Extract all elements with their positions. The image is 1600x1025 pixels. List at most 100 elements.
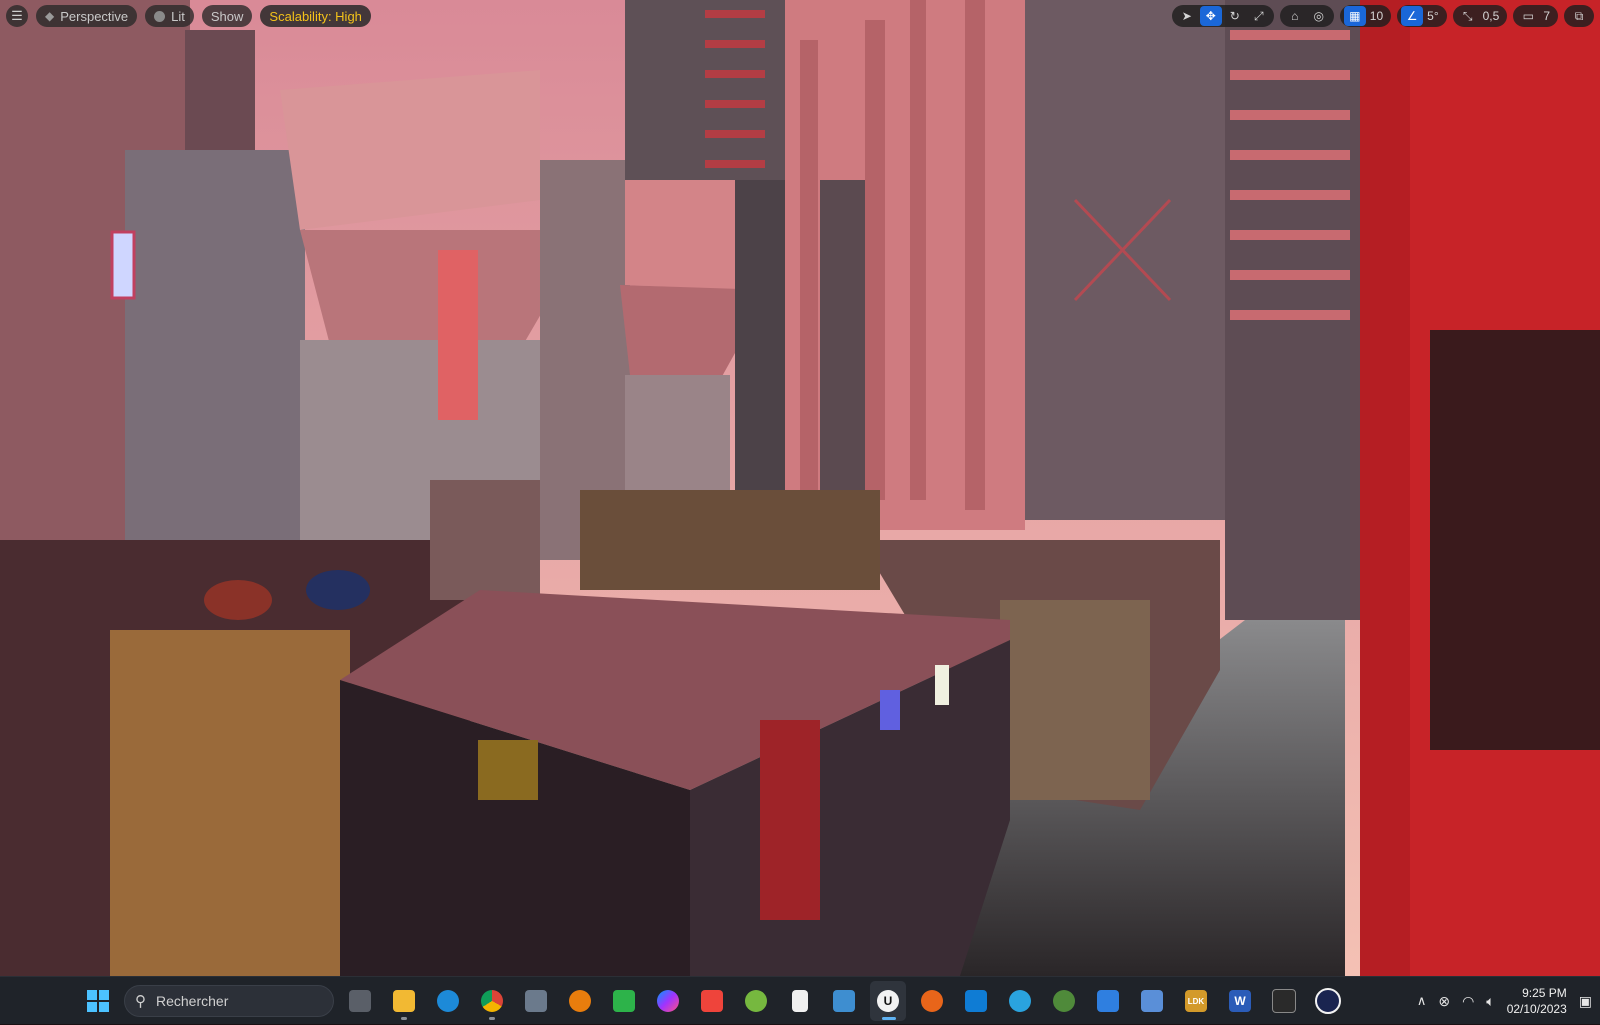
- robot-icon: [1141, 990, 1163, 1012]
- calculator-icon: [525, 990, 547, 1012]
- rotate-tool-button[interactable]: ↻: [1224, 6, 1246, 26]
- taskbar-app-anydesk[interactable]: [694, 981, 730, 1021]
- vscode-icon: [965, 990, 987, 1012]
- unreal-icon: U: [877, 990, 899, 1012]
- view-mode-label: Perspective: [60, 8, 129, 24]
- terminal-icon: [1272, 989, 1296, 1013]
- clock[interactable]: 9:25 PM 02/10/2023: [1507, 985, 1567, 1017]
- taskbar-app-unreal-engine[interactable]: U: [870, 981, 906, 1021]
- clock-date: 02/10/2023: [1506, 1002, 1567, 1016]
- volume-icon[interactable]: 🔈︎: [1486, 993, 1494, 1010]
- grid-snap-group: ▦ 10: [1339, 5, 1392, 27]
- taskbar-search[interactable]: ⚲ Rechercher: [124, 985, 334, 1017]
- blue-app-icon: [1097, 990, 1119, 1012]
- lighting-mode-label: Lit: [171, 8, 185, 24]
- taskbar: ⚲ Rechercher U LDK W ∧ ⊗ ◠ 🔈︎ 9:25 PM 02…: [0, 976, 1600, 1024]
- taskbar-app-terminal[interactable]: [1266, 981, 1302, 1021]
- taskbar-app-chrome[interactable]: [474, 981, 510, 1021]
- taskbar-app-utorrent[interactable]: [738, 981, 774, 1021]
- maximize-group: ⧉: [1564, 5, 1594, 27]
- taskbar-app-ldk[interactable]: LDK: [1178, 981, 1214, 1021]
- maximize-viewport-button[interactable]: ⧉: [1568, 6, 1590, 26]
- taskbar-app-telegram[interactable]: [1002, 981, 1038, 1021]
- translate-tool-button[interactable]: ✥: [1199, 6, 1222, 26]
- utorrent-icon: [745, 990, 767, 1012]
- globe-icon: ◎: [1313, 9, 1325, 23]
- edge-icon: [437, 990, 459, 1012]
- taskbar-app-edge[interactable]: [430, 981, 466, 1021]
- green-app-icon: [613, 990, 635, 1012]
- taskbar-app-robot[interactable]: [1134, 981, 1170, 1021]
- rooftop-cluster: [580, 490, 880, 590]
- grid-icon: ▦: [1349, 9, 1361, 23]
- show-button[interactable]: Show: [201, 5, 253, 27]
- taskbar-app-file[interactable]: [782, 981, 818, 1021]
- start-button[interactable]: [80, 981, 116, 1021]
- hvac-block-2: [625, 170, 745, 290]
- hamburger-icon: ☰: [11, 8, 23, 23]
- viewport-toolbar-right: ➤ ✥ ↻ ⤢ ⌂ ◎ ▦ 10 ∠ 5° ⤡ 0,5 ▭ 7 ⧉: [1171, 5, 1594, 27]
- viewport-scene: [0, 0, 1600, 976]
- clock-time: 9:25 PM: [1522, 986, 1567, 1000]
- word-icon: W: [1229, 990, 1251, 1012]
- world-local-button[interactable]: ◎: [1308, 6, 1330, 26]
- camera-speed-button[interactable]: ▭: [1517, 6, 1539, 26]
- taskbar-icons: ⚲ Rechercher U LDK W: [80, 977, 1346, 1025]
- taskbar-app-file-explorer[interactable]: [386, 981, 422, 1021]
- task-view-button[interactable]: [342, 981, 378, 1021]
- taskbar-app-vscode[interactable]: [958, 981, 994, 1021]
- building-left: [125, 150, 305, 560]
- rotation-snap-toggle[interactable]: ∠: [1401, 6, 1424, 26]
- telegram-icon: [1009, 990, 1031, 1012]
- task-view-icon: [349, 990, 371, 1012]
- taskbar-app-blender[interactable]: [562, 981, 598, 1021]
- camera-icon: ▭: [1522, 9, 1534, 23]
- surface-snap-button[interactable]: ⌂: [1284, 6, 1306, 26]
- xbox-icon[interactable]: ⊗: [1438, 993, 1450, 1010]
- taskbar-app-tree[interactable]: [1046, 981, 1082, 1021]
- level-viewport[interactable]: ☰ ◆ Perspective Lit Show Scalability: Hi…: [0, 0, 1600, 976]
- angle-icon: ∠: [1406, 9, 1418, 23]
- notification-icon[interactable]: ▣: [1579, 993, 1592, 1010]
- grid-snap-toggle[interactable]: ▦: [1343, 6, 1366, 26]
- tree-icon: [1053, 990, 1075, 1012]
- scale-icon: ⤢: [1253, 8, 1264, 23]
- scale-tool-button[interactable]: ⤢: [1248, 6, 1270, 26]
- cursor-icon: ➤: [1181, 9, 1192, 23]
- maximize-icon: ⧉: [1574, 8, 1584, 23]
- taskbar-app-orange[interactable]: [914, 981, 950, 1021]
- messenger-icon: [657, 990, 679, 1012]
- water-tank-red: [204, 580, 272, 620]
- rotation-snap-value[interactable]: 5°: [1425, 9, 1442, 23]
- camera-speed-value[interactable]: 7: [1541, 9, 1554, 23]
- chevron-up-icon[interactable]: ∧: [1417, 993, 1427, 1009]
- taskbar-app-word[interactable]: W: [1222, 981, 1258, 1021]
- tower-balconies: [625, 0, 785, 180]
- lighting-mode-button[interactable]: Lit: [145, 5, 194, 27]
- taskbar-app-green[interactable]: [606, 981, 642, 1021]
- search-placeholder: Rechercher: [156, 993, 229, 1009]
- coord-tools: ⌂ ◎: [1279, 5, 1334, 27]
- blender-icon: [569, 990, 591, 1012]
- transform-tools: ➤ ✥ ↻ ⤢: [1171, 5, 1274, 27]
- cube-icon: ◆: [45, 9, 55, 23]
- move-icon: ✥: [1205, 9, 1216, 23]
- view-mode-button[interactable]: ◆ Perspective: [36, 5, 138, 27]
- scale-snap-toggle[interactable]: ⤡: [1457, 6, 1479, 26]
- surface-snap-icon: ⌂: [1291, 9, 1299, 23]
- scale-snap-group: ⤡ 0,5: [1452, 5, 1508, 27]
- taskbar-app-dark[interactable]: [1310, 981, 1346, 1021]
- grid-snap-value[interactable]: 10: [1368, 9, 1387, 23]
- scalability-button[interactable]: Scalability: High: [260, 5, 371, 27]
- taskbar-app-calculator[interactable]: [518, 981, 554, 1021]
- orange-spiral-icon: [921, 990, 943, 1012]
- wifi-icon[interactable]: ◠: [1462, 993, 1474, 1010]
- taskbar-app-control-panel[interactable]: [826, 981, 862, 1021]
- viewport-menu-button[interactable]: ☰: [6, 5, 28, 27]
- taskbar-app-blue[interactable]: [1090, 981, 1126, 1021]
- taskbar-app-messenger[interactable]: [650, 981, 686, 1021]
- select-tool-button[interactable]: ➤: [1176, 6, 1198, 26]
- windows-icon: [87, 990, 109, 1012]
- scale-snap-value[interactable]: 0,5: [1481, 9, 1504, 23]
- yellow-building: [110, 630, 350, 976]
